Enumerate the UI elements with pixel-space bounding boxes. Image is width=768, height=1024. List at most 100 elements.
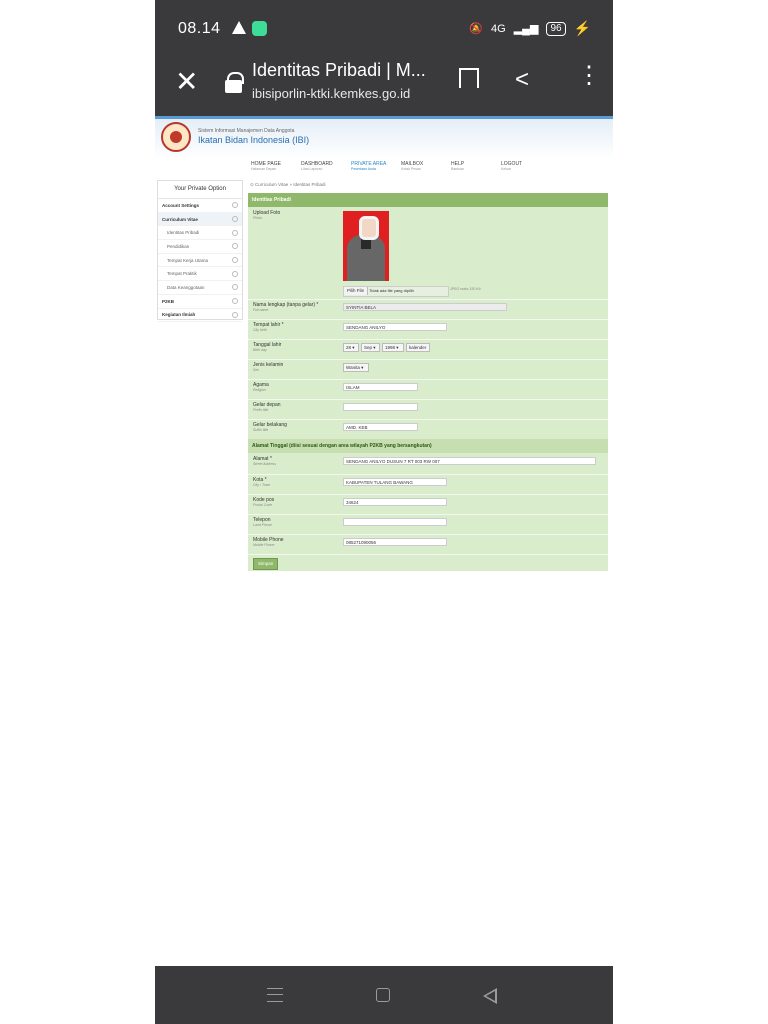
- back-icon[interactable]: [483, 988, 497, 1004]
- calendar-button[interactable]: kalender: [406, 343, 430, 352]
- field-label-sub: City / Town: [253, 483, 271, 487]
- sidebar-item-tempat-kerja[interactable]: Tempat Kerja Utama: [158, 254, 242, 268]
- page-title[interactable]: Identitas Pribadi | M...: [252, 60, 426, 81]
- nav-private-area[interactable]: PRIVATE AREA Pesertaan Anda: [351, 161, 401, 175]
- share-icon[interactable]: <: [515, 66, 529, 94]
- sidebar-item-tempat-praktik[interactable]: Tempat Praktik: [158, 267, 242, 282]
- nav-dashboard[interactable]: DASHBOARD Lihat Laporan: [301, 161, 351, 175]
- recent-apps-icon[interactable]: [267, 988, 283, 1002]
- bullet-icon: [232, 311, 238, 318]
- field-label-sub: Street Address: [253, 462, 277, 466]
- field-row-tanggal-lahir: Tanggal lahir Birth day 28 ▾ Sep ▾ 1998 ▾…: [248, 339, 608, 360]
- breadcrumb-text: Curriculum Vitae » Identitas Pribadi: [255, 182, 326, 187]
- select-value: 28: [346, 345, 352, 350]
- bullet-icon: [232, 257, 238, 264]
- home-icon[interactable]: [376, 988, 390, 1002]
- more-icon[interactable]: ⋮: [577, 64, 601, 88]
- bullet-icon: [232, 270, 238, 277]
- field-label: Kota * City / Town: [253, 477, 270, 487]
- status-icons: 🔕 4G ▂▄▆ 96 ⚡: [469, 20, 591, 37]
- select-value: Wanita: [346, 365, 360, 370]
- prefix-title-input[interactable]: [343, 403, 418, 411]
- sidebar-item-account-settings[interactable]: Account Settings: [158, 199, 242, 213]
- file-hint: JPEG maks 150 Kb: [450, 287, 481, 291]
- status-bar: 08.14 🔕 4G ▂▄▆ 96 ⚡: [155, 0, 613, 58]
- sidebar-item-curriculum-vitae[interactable]: Curriculum Vitae: [158, 212, 242, 227]
- close-icon[interactable]: ✕: [175, 68, 198, 96]
- lock-icon-body: [225, 80, 242, 93]
- field-label: Tanggal lahir Birth day: [253, 342, 281, 352]
- sidebar-item-pendidikan[interactable]: Pendidikan: [158, 240, 242, 254]
- nav-mailbox[interactable]: MAILBOX Kotak Pesan: [401, 161, 451, 175]
- bullet-icon: [232, 202, 238, 209]
- birth-day-select[interactable]: 28 ▾: [343, 343, 359, 352]
- nav-logout[interactable]: LOGOUT Keluar: [501, 161, 551, 175]
- field-row-nama: Nama lengkap (tanpa gelar) * Full name SY…: [248, 299, 608, 320]
- ibi-logo[interactable]: [161, 122, 191, 152]
- choose-file-button[interactable]: Pilih File: [344, 287, 369, 295]
- signal-icon: ▂▄▆: [513, 23, 539, 35]
- field-label-sub: City birth: [253, 328, 267, 332]
- sidebar-item-label: Tempat Kerja Utama: [167, 257, 209, 263]
- field-row-gelar-depan: Gelar depan Prefix title: [248, 399, 608, 420]
- site-title: Ikatan Bidan Indonesia (IBI): [198, 135, 310, 145]
- field-label-sub: Full name: [253, 308, 269, 312]
- field-label-sub: Birth day: [253, 348, 267, 352]
- bookmark-icon[interactable]: [459, 68, 479, 88]
- sidebar-item-label: Identitas Pribadi: [167, 230, 200, 236]
- nav-sub: Lihat Laporan: [301, 167, 323, 171]
- bullet-icon: [232, 243, 238, 250]
- browser-toolbar: ✕ Identitas Pribadi | M... ibisiporlin-k…: [155, 58, 613, 116]
- field-label-sub: Postal Code: [253, 503, 273, 507]
- sidebar-item-data-keanggotaan[interactable]: Data Keanggotaan: [158, 281, 242, 295]
- system-nav-bar: [155, 966, 613, 1024]
- postal-code-input[interactable]: 34624: [343, 498, 447, 506]
- identity-form-panel: Identitas Pribadi Upload Foto Photo Pilih…: [248, 193, 608, 571]
- nav-sub: Bantuan: [451, 167, 465, 171]
- bullet-icon: [232, 216, 238, 223]
- sidebar-item-p2kb[interactable]: P2KB: [158, 295, 242, 309]
- sidebar-item-label: Curriculum Vitae: [162, 216, 198, 222]
- address-section-heading: Alamat Tinggal (diisi sesuai dengan area…: [248, 439, 608, 453]
- sidebar-item-label: Kegiatan Ilmiah: [162, 312, 196, 318]
- mobile-phone-input[interactable]: 085271090056: [343, 538, 447, 546]
- religion-input[interactable]: ISLAM: [343, 383, 418, 391]
- mute-icon: 🔕: [469, 23, 484, 35]
- field-label: Jenis kelamin Sex: [253, 362, 283, 372]
- sidebar-item-label: Tempat Praktik: [167, 271, 197, 277]
- sex-select[interactable]: Wanita ▾: [343, 363, 369, 372]
- field-label: Upload Foto Photo: [253, 210, 280, 220]
- street-address-input[interactable]: SENDANG ANILYO DUSUN 7 RT 003 RW 007: [343, 457, 596, 465]
- field-label-sub: Suffix title: [253, 428, 269, 432]
- birth-city-input[interactable]: SENDANG ANILYO: [343, 323, 447, 331]
- field-label: Gelar depan Prefix title: [253, 402, 281, 412]
- field-row-mobile: Mobile Phone Mobile Phone 085271090056: [248, 534, 608, 555]
- field-row-tempat-lahir: Tempat lahir * City birth SENDANG ANILYO: [248, 319, 608, 340]
- main-nav: HOME PAGE Halaman Depan DASHBOARD Lihat La…: [251, 161, 551, 175]
- field-label: Mobile Phone Mobile Phone: [253, 537, 284, 547]
- url-text[interactable]: ibisiporlin-ktki.kemkes.go.id: [252, 86, 410, 101]
- charging-icon: ⚡: [573, 20, 591, 36]
- land-phone-input[interactable]: [343, 518, 447, 526]
- site-subtitle: Sistem Informasi Manajemen Data Anggota: [198, 128, 295, 134]
- file-input[interactable]: Pilih File Tidak ada file yang dipilih: [343, 286, 449, 297]
- photo-row: Upload Foto Photo Pilih File Tidak ada fi…: [248, 207, 608, 300]
- field-label-sub: Mobile Phone: [253, 543, 275, 547]
- sidebar-item-kegiatan-ilmiah[interactable]: Kegiatan Ilmiah: [158, 309, 242, 323]
- nav-help[interactable]: HELP Bantuan: [451, 161, 501, 175]
- battery-icon: 96: [546, 21, 566, 36]
- city-input[interactable]: KABUPATEN TULANG BAWANG: [343, 478, 447, 486]
- nav-home[interactable]: HOME PAGE Halaman Depan: [251, 161, 301, 175]
- sidebar-item-identitas-pribadi[interactable]: Identitas Pribadi: [158, 226, 242, 241]
- logo-inner: [170, 131, 182, 143]
- field-row-agama: Agama Religion ISLAM: [248, 379, 608, 400]
- breadcrumb[interactable]: ⊙ Curriculum Vitae » Identitas Pribadi: [250, 182, 325, 188]
- sidebar-item-label: Account Settings: [162, 202, 200, 208]
- field-label-sub: Photo: [253, 216, 263, 220]
- save-button[interactable]: Simpan: [253, 558, 279, 570]
- birth-year-select[interactable]: 1998 ▾: [382, 343, 404, 352]
- suffix-title-input[interactable]: AMD. KEB: [343, 423, 418, 431]
- full-name-input[interactable]: SYINTIA BELA: [343, 303, 507, 311]
- birth-month-select[interactable]: Sep ▾: [361, 343, 380, 352]
- field-label-sub: Religion: [253, 388, 266, 392]
